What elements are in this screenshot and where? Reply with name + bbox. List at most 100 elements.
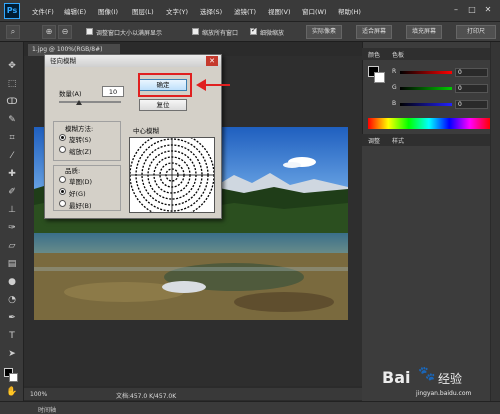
panel-background-swatch[interactable] bbox=[374, 72, 385, 83]
quality-good-radio[interactable] bbox=[59, 188, 66, 195]
zoom-all-windows-label: 缩放所有窗口 bbox=[202, 30, 239, 37]
quality-best-radio[interactable] bbox=[59, 200, 66, 207]
quality-draft-label: 草图(D) bbox=[69, 178, 93, 186]
tab-color[interactable]: 颜色 bbox=[368, 50, 380, 59]
zoom-in-icon[interactable]: ⊕ bbox=[42, 25, 56, 39]
actual-pixels-button[interactable]: 实际像素 bbox=[306, 25, 342, 39]
menu-view[interactable]: 视图(V) bbox=[268, 6, 291, 16]
menu-select[interactable]: 选择(S) bbox=[200, 6, 222, 16]
quality-label: 品质: bbox=[65, 167, 81, 175]
timeline-label[interactable]: 时间轴 bbox=[38, 405, 56, 414]
hand-tool-icon[interactable]: ✋ bbox=[5, 386, 19, 399]
amount-label: 数量(A) bbox=[59, 90, 82, 98]
baidu-watermark: Bai 🐾 经验 jingyan.baidu.com bbox=[360, 358, 500, 402]
channel-b-label: B bbox=[392, 100, 397, 107]
color-panel-tabs: 颜色 色板 bbox=[362, 48, 500, 60]
type-tool-icon[interactable]: T bbox=[5, 330, 19, 343]
blur-tool-icon[interactable]: ● bbox=[5, 276, 19, 289]
menu-file[interactable]: 文件(F) bbox=[32, 6, 54, 16]
tab-adjustments[interactable]: 调整 bbox=[368, 136, 380, 145]
watermark-url: jingyan.baidu.com bbox=[416, 390, 472, 397]
channel-r-slider[interactable] bbox=[400, 71, 452, 74]
minimize-icon[interactable]: – bbox=[450, 4, 462, 16]
eyedropper-tool-icon[interactable]: ⁄ bbox=[5, 150, 19, 163]
amount-slider-track[interactable] bbox=[59, 101, 121, 103]
amount-input[interactable] bbox=[102, 86, 124, 97]
method-spin-label: 旋转(S) bbox=[69, 136, 92, 144]
background-color-swatch[interactable] bbox=[9, 373, 18, 382]
amount-slider-thumb[interactable] bbox=[76, 100, 82, 105]
status-bar: 100% 文档:457.0 K/457.0K bbox=[24, 388, 364, 400]
red-arrow-icon bbox=[196, 79, 230, 91]
scrubby-zoom-checkbox[interactable] bbox=[250, 26, 257, 35]
channel-g-label: G bbox=[392, 84, 397, 91]
dialog-close-icon[interactable]: ✕ bbox=[206, 56, 218, 66]
resize-windows-checkbox[interactable] bbox=[86, 28, 93, 35]
radial-rings-graphic bbox=[129, 132, 215, 218]
pen-tool-icon[interactable]: ✒ bbox=[5, 312, 19, 325]
healing-tool-icon[interactable]: ✚ bbox=[5, 168, 19, 181]
method-zoom-label: 缩放(Z) bbox=[69, 148, 92, 156]
gradient-tool-icon[interactable]: ▤ bbox=[5, 258, 19, 271]
tools-panel: ✥ ⬚ ↀ ✎ ⌗ ⁄ ✚ ✐ ⊥ ✑ ▱ ▤ ● ◔ ✒ T ➤ ✋ bbox=[0, 42, 24, 402]
menu-bar: Ps 文件(F) 编辑(E) 图像(I) 图层(L) 文字(Y) 选择(S) 滤… bbox=[0, 0, 500, 22]
blur-center-preview[interactable] bbox=[129, 132, 215, 218]
menu-edit[interactable]: 编辑(E) bbox=[64, 6, 86, 16]
marquee-tool-icon[interactable]: ⬚ bbox=[5, 78, 19, 91]
menu-image[interactable]: 图像(I) bbox=[98, 6, 118, 16]
menu-window[interactable]: 窗口(W) bbox=[302, 6, 327, 16]
method-spin-radio[interactable] bbox=[59, 134, 66, 141]
quality-good-label: 好(G) bbox=[69, 190, 86, 198]
highlight-box bbox=[138, 73, 192, 97]
scrubby-zoom-label: 细微缩放 bbox=[260, 30, 285, 37]
history-brush-tool-icon[interactable]: ✑ bbox=[5, 222, 19, 235]
options-bar: ⌕ ⊕ ⊖ 调整窗口大小以满屏显示 缩放所有窗口 细微缩放 实际像素 适合屏幕 … bbox=[0, 22, 500, 42]
lasso-tool-icon[interactable]: ↀ bbox=[5, 96, 19, 109]
quality-draft-radio[interactable] bbox=[59, 176, 66, 183]
photoshop-logo: Ps bbox=[4, 3, 20, 19]
quick-select-tool-icon[interactable]: ✎ bbox=[5, 114, 19, 127]
blur-method-label: 模糊方法: bbox=[65, 125, 94, 133]
channel-r-value[interactable]: 0 bbox=[455, 68, 488, 77]
menu-help[interactable]: 帮助(H) bbox=[338, 6, 361, 16]
zoom-level[interactable]: 100% bbox=[30, 391, 47, 398]
brush-tool-icon[interactable]: ✐ bbox=[5, 186, 19, 199]
timeline-bar: 时间轴 bbox=[0, 401, 500, 414]
reset-button[interactable]: 复位 bbox=[139, 99, 187, 111]
path-select-tool-icon[interactable]: ➤ bbox=[5, 348, 19, 361]
channel-b-slider[interactable] bbox=[400, 103, 452, 106]
zoom-all-windows-checkbox[interactable] bbox=[192, 28, 199, 35]
paw-icon: 🐾 bbox=[418, 366, 436, 382]
menu-filter[interactable]: 滤镜(T) bbox=[234, 6, 256, 16]
channel-g-slider[interactable] bbox=[400, 87, 452, 90]
fill-screen-button[interactable]: 填充屏幕 bbox=[406, 25, 442, 39]
dodge-tool-icon[interactable]: ◔ bbox=[5, 294, 19, 307]
maximize-icon[interactable]: □ bbox=[466, 4, 478, 16]
eraser-tool-icon[interactable]: ▱ bbox=[5, 240, 19, 253]
tab-swatches[interactable]: 色板 bbox=[392, 50, 404, 59]
channel-g-value[interactable]: 0 bbox=[455, 84, 488, 93]
crop-tool-icon[interactable]: ⌗ bbox=[5, 132, 19, 145]
quality-best-label: 最好(B) bbox=[69, 202, 92, 210]
dialog-title: 径向模糊 bbox=[45, 55, 221, 67]
channel-b-value[interactable]: 0 bbox=[455, 100, 488, 109]
collapsed-panel-strip[interactable] bbox=[490, 42, 500, 401]
channel-r-label: R bbox=[392, 68, 397, 75]
document-size: 文档:457.0 K/457.0K bbox=[116, 393, 177, 400]
menu-layer[interactable]: 图层(L) bbox=[132, 6, 154, 16]
watermark-brand-a: Bai bbox=[382, 368, 411, 387]
zoom-tool-icon[interactable]: ⌕ bbox=[6, 25, 20, 39]
method-zoom-radio[interactable] bbox=[59, 146, 66, 153]
tab-styles[interactable]: 样式 bbox=[392, 136, 404, 145]
move-tool-icon[interactable]: ✥ bbox=[5, 60, 19, 73]
blur-center-label: 中心模糊 bbox=[133, 127, 159, 135]
fit-screen-button[interactable]: 适合屏幕 bbox=[356, 25, 392, 39]
close-icon[interactable]: ✕ bbox=[482, 4, 494, 16]
resize-windows-label: 调整窗口大小以满屏显示 bbox=[96, 30, 163, 37]
clone-stamp-tool-icon[interactable]: ⊥ bbox=[5, 204, 19, 217]
menu-type[interactable]: 文字(Y) bbox=[166, 6, 188, 16]
zoom-out-icon[interactable]: ⊖ bbox=[58, 25, 72, 39]
watermark-brand-b: 经验 bbox=[438, 372, 463, 386]
print-size-button[interactable]: 打印尺 bbox=[456, 25, 496, 39]
color-spectrum[interactable] bbox=[368, 118, 490, 129]
